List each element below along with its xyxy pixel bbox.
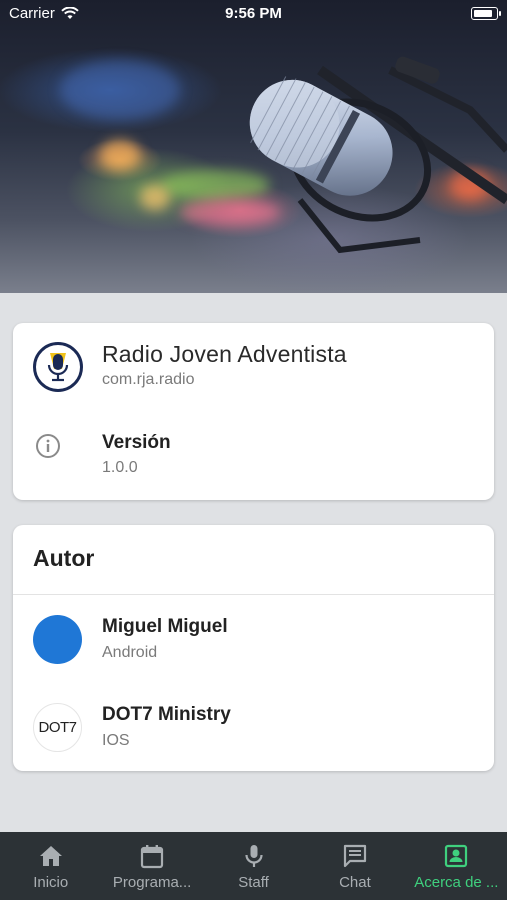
tab-inicio[interactable]: Inicio (0, 832, 101, 900)
app-name: Radio Joven Adventista (102, 341, 347, 367)
app-package-id: com.rja.radio (102, 371, 195, 388)
tab-label: Chat (339, 874, 371, 891)
calendar-icon (141, 845, 164, 869)
tab-staff[interactable]: Staff (203, 832, 304, 900)
author-role: Android (102, 644, 158, 661)
battery-icon (471, 7, 501, 20)
tab-chat[interactable]: Chat (304, 832, 405, 900)
avatar: DOT7 (33, 703, 82, 752)
app-info-card: Radio Joven Adventista com.rja.radio Ver… (13, 323, 494, 500)
tab-label: Acerca de ... (414, 874, 499, 891)
author-name: Miguel Miguel (102, 616, 228, 637)
author-item[interactable]: Miguel Miguel Android (13, 613, 494, 673)
chat-icon (343, 844, 367, 868)
microphone-icon (244, 845, 263, 867)
author-section-title: Autor (33, 545, 95, 571)
tab-label: Inicio (33, 874, 69, 891)
avatar (33, 615, 82, 664)
header-photo (0, 0, 507, 293)
home-icon (39, 846, 62, 866)
tab-programacion[interactable]: Programa... (101, 832, 202, 900)
version-value: 1.0.0 (102, 459, 138, 476)
author-item[interactable]: DOT7 DOT7 Ministry IOS (13, 701, 494, 761)
divider (13, 594, 494, 595)
app-logo (33, 342, 83, 392)
author-card: Autor Miguel Miguel Android DOT7 DOT7 Mi… (13, 525, 494, 771)
bottom-tab-bar: Inicio Programa... Staff Chat Acerca de … (0, 832, 507, 900)
avatar-logo-text: DOT7 (38, 719, 77, 736)
contact-card-icon (445, 844, 468, 868)
tab-acerca-de[interactable]: Acerca de ... (406, 832, 507, 900)
version-label: Versión (102, 432, 171, 453)
tab-label: Staff (238, 874, 269, 891)
info-icon (36, 434, 60, 458)
status-bar: Carrier 9:56 PM (0, 0, 507, 28)
tab-label: Programa... (112, 874, 192, 891)
author-name: DOT7 Ministry (102, 704, 231, 725)
microphone-logo-icon (39, 348, 77, 386)
author-role: IOS (102, 732, 130, 749)
microphone-image (249, 56, 507, 254)
status-time: 9:56 PM (225, 5, 282, 22)
